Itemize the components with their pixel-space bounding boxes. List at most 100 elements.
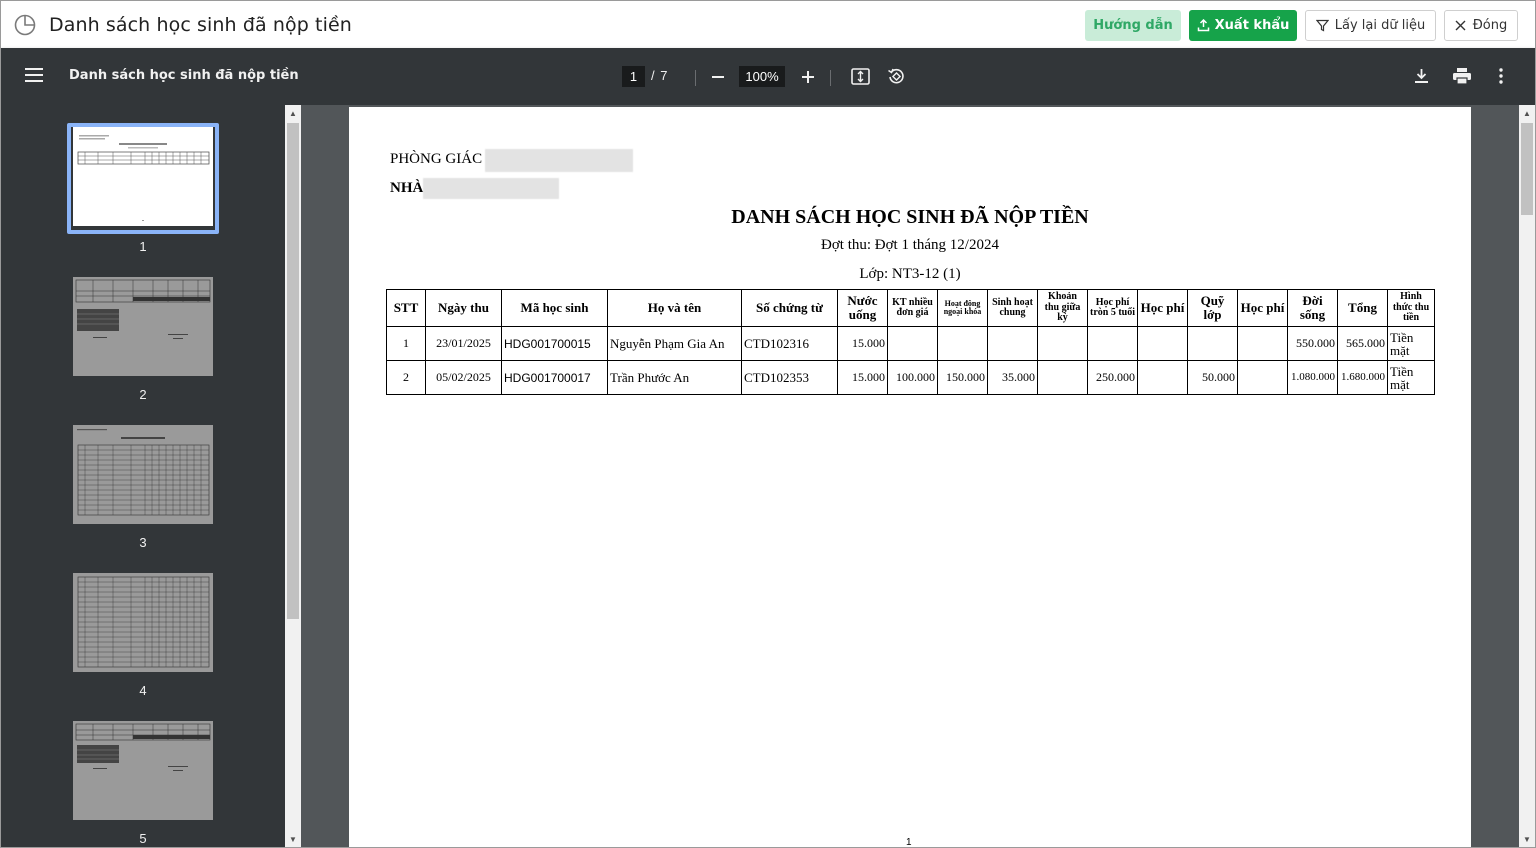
export-button[interactable]: Xuất khẩu <box>1189 10 1297 41</box>
column-header: Họ và tên <box>607 289 742 327</box>
thumbnail-label: 2 <box>139 387 147 402</box>
guide-button-label: Hướng dẫn <box>1093 18 1173 33</box>
top-bar: Danh sách học sinh đã nộp tiền Hướng dẫn… <box>1 1 1535 48</box>
table-row: 2 05/02/2025 HDG001700017 Trần Phước An … <box>386 360 1435 395</box>
column-header: Học phí tròn 5 tuổi <box>1087 289 1138 327</box>
cell-payment-method: Tiền mặt <box>1387 326 1435 361</box>
scroll-down-arrow-icon[interactable]: ▼ <box>289 835 297 844</box>
report-chart-icon <box>14 14 36 36</box>
scroll-up-arrow-icon[interactable]: ▲ <box>1523 109 1531 118</box>
cell-amount <box>1087 326 1138 361</box>
cell-amount: 100.000 <box>887 360 938 395</box>
print-icon[interactable] <box>1453 68 1471 84</box>
sidebar-scrollbar-thumb[interactable] <box>287 123 299 619</box>
column-header: Quỹ lớp <box>1187 289 1238 327</box>
close-icon <box>1455 20 1466 31</box>
scroll-up-arrow-icon[interactable]: ▲ <box>289 109 297 118</box>
thumbnail-label: 4 <box>139 683 147 698</box>
filter-icon <box>1315 19 1329 32</box>
document-scrollbar-thumb[interactable] <box>1521 123 1533 215</box>
fit-page-icon[interactable] <box>851 68 870 85</box>
column-header: Hình thức thu tiền <box>1387 289 1435 327</box>
pdf-document-name: Danh sách học sinh đã nộp tiền <box>69 68 299 83</box>
zoom-in-icon[interactable] <box>801 70 815 84</box>
column-header: Đời sống <box>1287 289 1338 327</box>
cell-date: 05/02/2025 <box>425 360 502 395</box>
thumbnail-preview <box>77 135 210 221</box>
thumbnail-preview <box>75 723 211 771</box>
cell-amount: 50.000 <box>1187 360 1238 395</box>
collection-period: Đợt thu: Đợt 1 tháng 12/2024 <box>821 237 999 253</box>
cell-voucher-no: CTD102353 <box>741 360 838 395</box>
toolbar-divider <box>830 70 831 86</box>
page-thumbnail-4[interactable] <box>73 573 213 672</box>
pdf-toolbar: Danh sách học sinh đã nộp tiền 1 / 7 100… <box>1 48 1535 105</box>
download-icon[interactable] <box>1414 68 1429 84</box>
zoom-level-input[interactable]: 100% <box>739 66 785 87</box>
cell-amount <box>1237 326 1288 361</box>
document-title: DANH SÁCH HỌC SINH ĐÃ NỘP TIỀN <box>731 206 1089 228</box>
cell-total: 565.000 <box>1337 326 1388 361</box>
page-thumbnail-2[interactable] <box>73 277 213 376</box>
guide-button[interactable]: Hướng dẫn <box>1085 10 1181 41</box>
app-window: Danh sách học sinh đã nộp tiền Hướng dẫn… <box>0 0 1536 848</box>
cell-amount: 1.080.000 <box>1287 360 1338 395</box>
close-button[interactable]: Đóng <box>1444 10 1518 41</box>
cell-amount <box>1037 326 1088 361</box>
thumbnail-label: 3 <box>139 535 147 550</box>
page-thumbnail-5[interactable] <box>73 721 213 820</box>
column-header: KT nhiều đơn giá <box>887 289 938 327</box>
column-header: Học phí <box>1137 289 1188 327</box>
close-button-label: Đóng <box>1472 18 1508 33</box>
cell-date: 23/01/2025 <box>425 326 502 361</box>
export-button-label: Xuất khẩu <box>1214 18 1290 33</box>
hamburger-menu-icon[interactable] <box>25 68 43 82</box>
school-name: NHÀ <box>390 180 424 196</box>
cell-amount: 15.000 <box>837 326 888 361</box>
rotate-icon[interactable] <box>887 67 906 86</box>
thumbnail-label: 1 <box>139 239 147 254</box>
column-header: Mã học sinh <box>501 289 608 327</box>
cell-amount: 15.000 <box>837 360 888 395</box>
more-options-icon[interactable] <box>1498 68 1504 84</box>
page-thumbnail-3[interactable] <box>73 425 213 524</box>
column-header: Sinh hoạt chung <box>987 289 1038 327</box>
window-title: Danh sách học sinh đã nộp tiền <box>49 14 352 36</box>
table-header-row: STT Ngày thu Mã học sinh Họ và tên Số ch… <box>386 289 1435 327</box>
cell-amount <box>1137 360 1188 395</box>
cell-voucher-no: CTD102316 <box>741 326 838 361</box>
redacted-area <box>485 149 633 172</box>
redacted-area <box>423 178 559 199</box>
thumbnail-preview <box>75 279 211 339</box>
cell-amount: 550.000 <box>1287 326 1338 361</box>
pdf-page: PHÒNG GIÁC NHÀ DANH SÁCH HỌC SINH ĐÃ NỘP… <box>349 107 1471 848</box>
cell-amount: 250.000 <box>1087 360 1138 395</box>
reload-data-button[interactable]: Lấy lại dữ liệu <box>1305 10 1436 41</box>
scroll-down-arrow-icon[interactable]: ▼ <box>1523 835 1531 844</box>
cell-student-name: Nguyễn Phạm Gia An <box>607 326 742 361</box>
cell-amount: 35.000 <box>987 360 1038 395</box>
cell-amount <box>937 326 988 361</box>
cell-amount <box>1137 326 1188 361</box>
cell-total: 1.680.000 <box>1337 360 1388 395</box>
cell-student-name: Trần Phước An <box>607 360 742 395</box>
column-header: Số chứng từ <box>741 289 838 327</box>
page-number-input[interactable]: 1 <box>622 66 645 87</box>
page-thumbnail-1[interactable] <box>73 127 213 226</box>
upload-icon <box>1197 19 1209 32</box>
thumbnail-label: 5 <box>139 831 147 846</box>
column-header: Nước uống <box>837 289 888 327</box>
document-scrollbar[interactable] <box>1519 105 1535 847</box>
cell-student-id: HDG001700015 <box>501 326 608 361</box>
column-header: Khoản thu giữa kỳ <box>1037 289 1088 327</box>
column-header: Ngày thu <box>425 289 502 327</box>
page-footer-number: 1 <box>906 837 912 848</box>
cell-amount <box>1237 360 1288 395</box>
cell-amount <box>987 326 1038 361</box>
cell-amount <box>887 326 938 361</box>
page-total: / 7 <box>651 68 669 83</box>
column-header: Học phí <box>1237 289 1288 327</box>
zoom-out-icon[interactable] <box>711 70 725 84</box>
column-header: STT <box>386 289 426 327</box>
class-label: Lớp: NT3-12 (1) <box>859 266 961 282</box>
